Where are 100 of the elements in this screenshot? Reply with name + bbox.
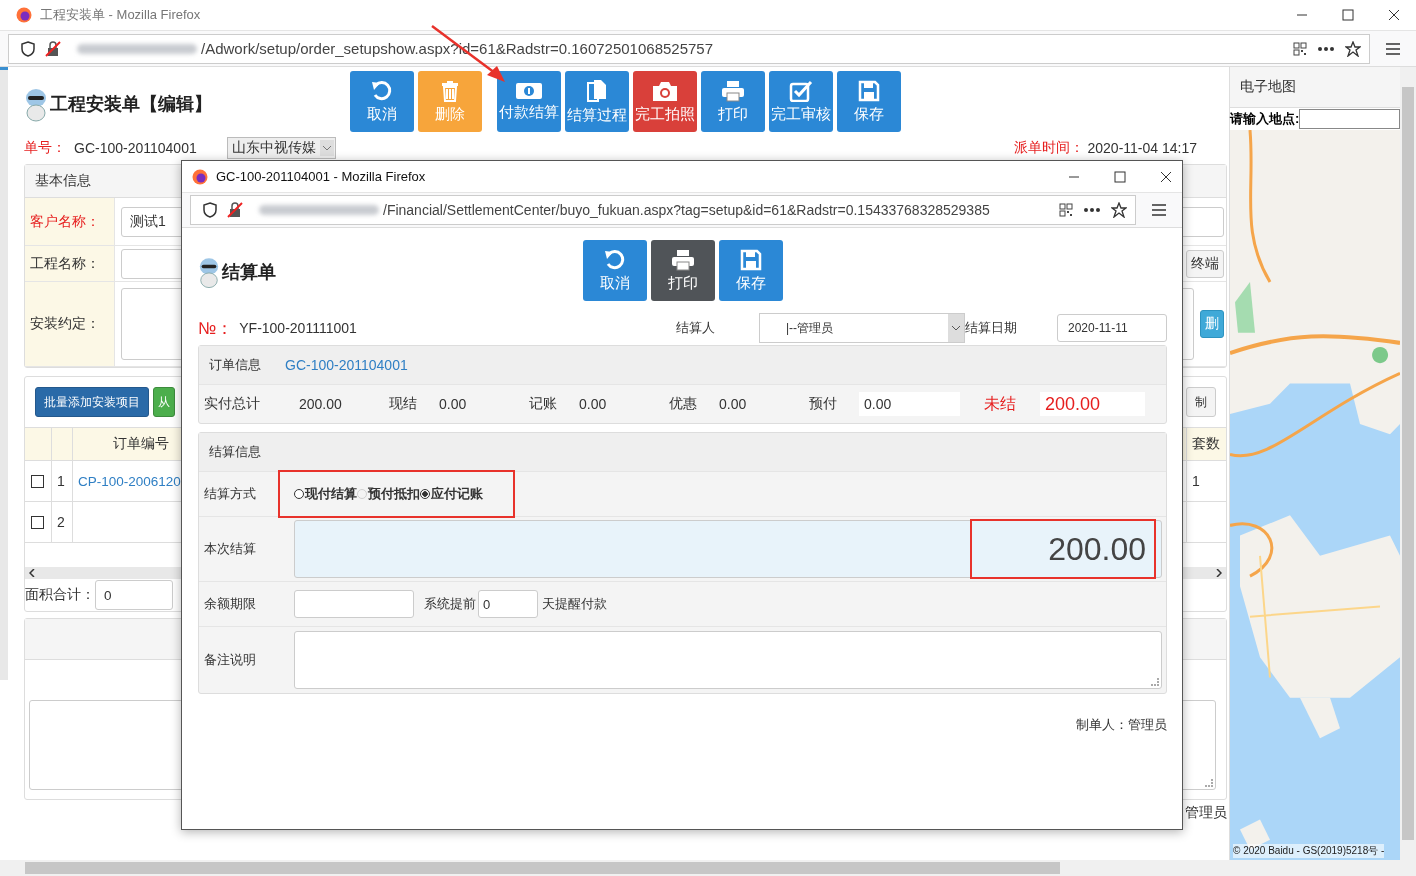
order-number-label: 单号： (24, 139, 66, 157)
settler-select[interactable]: |--管理员 (759, 313, 965, 343)
table-cell: 2 (52, 502, 73, 542)
page-title: 工程安装单【编辑】 (50, 92, 212, 116)
qr-code-icon[interactable] (1293, 41, 1307, 56)
caret-icon (948, 314, 964, 342)
window-title: 工程安装单 - Mozilla Firefox (40, 6, 201, 24)
scroll-left-icon[interactable] (29, 569, 35, 577)
qr-code-icon[interactable] (1059, 203, 1073, 217)
close-icon[interactable] (1388, 9, 1400, 21)
outstanding-amount: 200.00 (1040, 392, 1145, 416)
checkbox[interactable] (31, 474, 44, 488)
radio-label[interactable]: 应付记账 (431, 485, 483, 503)
browser-logo-icon (16, 7, 32, 23)
field-label: 备注说明 (203, 651, 257, 669)
table-cell-text: 1 (1191, 472, 1201, 491)
radio-button[interactable] (294, 489, 304, 499)
area-total-label: 面积合计： (25, 586, 95, 604)
printer-icon (671, 248, 695, 271)
radio-label[interactable]: 现付结算 (305, 485, 357, 503)
amount-label: 预付 (809, 395, 838, 413)
checkbox[interactable] (31, 515, 44, 529)
undo-icon (370, 79, 394, 102)
banknote-icon (515, 81, 543, 100)
maximize-icon[interactable] (1342, 9, 1354, 21)
date-field[interactable]: 2020-11-11 (1057, 314, 1167, 342)
action-button[interactable]: 制 (1186, 387, 1216, 417)
amount-value: 200.00 (970, 519, 1156, 579)
maker-text: 制单人：管理员 (1075, 716, 1167, 734)
star-icon[interactable] (1111, 202, 1127, 218)
field-label: 工程名称： (25, 246, 115, 281)
amount-value: 0.00 (579, 396, 608, 412)
radio-button[interactable] (420, 489, 430, 499)
reminder-label: 天提醒付款 (542, 595, 607, 613)
days-field[interactable]: 0 (478, 590, 538, 618)
camera-icon (652, 79, 678, 102)
toolbar-button[interactable]: 完工拍照 (633, 71, 697, 132)
amount-value: 200.00 (299, 396, 343, 412)
save-icon (740, 248, 762, 271)
field-label: 余额期限 (203, 595, 257, 613)
amount-field[interactable]: 200.00 (294, 520, 1162, 578)
toolbar-button[interactable]: 付款结算 (497, 71, 561, 132)
window-title: GC-100-201104001 - Mozilla Firefox (216, 169, 426, 184)
vertical-scrollbar[interactable] (1400, 67, 1416, 860)
checkbox-icon (789, 79, 813, 102)
amount-field[interactable]: 0.00 (859, 392, 960, 416)
close-icon[interactable] (1160, 170, 1172, 183)
maker-name: 管理员 (1184, 803, 1227, 822)
toolbar-button[interactable]: 完工审核 (769, 71, 833, 132)
browser-logo-icon (192, 168, 208, 185)
toolbar-button[interactable]: 打印 (651, 240, 715, 301)
dispatch-time-label: 派单时间： (1013, 139, 1084, 157)
more-icon[interactable] (1083, 207, 1101, 213)
more-icon[interactable] (1317, 45, 1335, 52)
amount-label: 实付总计 (203, 395, 261, 413)
scroll-right-icon[interactable] (1216, 569, 1222, 577)
toolbar-button[interactable]: 保存 (719, 240, 783, 301)
area-total-field[interactable]: 0 (95, 580, 173, 610)
field-label: 客户名称： (25, 198, 115, 245)
toolbar-button[interactable]: 结算过程 (565, 71, 629, 132)
term-field[interactable] (294, 590, 414, 618)
amount-label: 优惠 (669, 395, 698, 413)
action-button[interactable]: 批量添加安装项目 (35, 387, 149, 417)
toolbar-button[interactable]: 保存 (837, 71, 901, 132)
star-icon[interactable] (1345, 40, 1361, 57)
amount-label: 现结 (389, 395, 418, 413)
toolbar-button[interactable]: 打印 (701, 71, 765, 132)
panel-title: 基本信息 (35, 172, 91, 190)
insecure-lock-icon (227, 202, 243, 218)
page-horizontal-scrollbar[interactable] (0, 860, 1416, 876)
form-title: 结算单 (222, 261, 276, 284)
date-label: 结算日期 (965, 319, 1017, 337)
table-header-cell-text: 套数 (1191, 434, 1221, 453)
table-cell: 1 (52, 461, 73, 501)
maximize-icon[interactable] (1114, 170, 1126, 183)
menu-icon[interactable] (1152, 204, 1166, 216)
undo-icon (603, 248, 627, 271)
company-select[interactable]: 山东中视传媒 (226, 137, 336, 159)
panel-title: 订单信息 (209, 356, 261, 374)
amount-value: 0.00 (719, 396, 748, 412)
order-link[interactable]: GC-100-201104001 (285, 357, 408, 373)
small-button[interactable]: 终端 (1186, 249, 1224, 278)
shield-icon (203, 202, 217, 218)
url-text: /Financial/SettlementCenter/buyo_fukuan.aspx?tag=setup&id=61&Radstr=0.15433768328529385 (383, 202, 990, 218)
trash-icon (439, 79, 461, 102)
address-bar[interactable]: /Financial/SettlementCenter/buyo_fukuan.aspx?tag=setup&id=61&Radstr=0.15433768328529385 (190, 195, 1136, 225)
toolbar-button[interactable]: 取消 (350, 71, 414, 132)
mascot-icon (198, 255, 220, 289)
caret-icon (319, 140, 334, 156)
toolbar-button[interactable]: 取消 (583, 240, 647, 301)
order-number: GC-100-201104001 (74, 140, 197, 156)
search-label: 请输入地点: (1230, 110, 1300, 128)
reminder-label: 系统提前 (424, 595, 476, 613)
search-field[interactable] (1299, 109, 1400, 129)
field-label: 本次结算 (203, 540, 257, 558)
shield-icon (21, 40, 35, 57)
dispatch-time: 2020-11-04 14:17 (1087, 140, 1197, 156)
remark-field[interactable] (294, 631, 1162, 689)
menu-icon[interactable] (1386, 42, 1400, 55)
insecure-lock-icon (45, 40, 61, 57)
